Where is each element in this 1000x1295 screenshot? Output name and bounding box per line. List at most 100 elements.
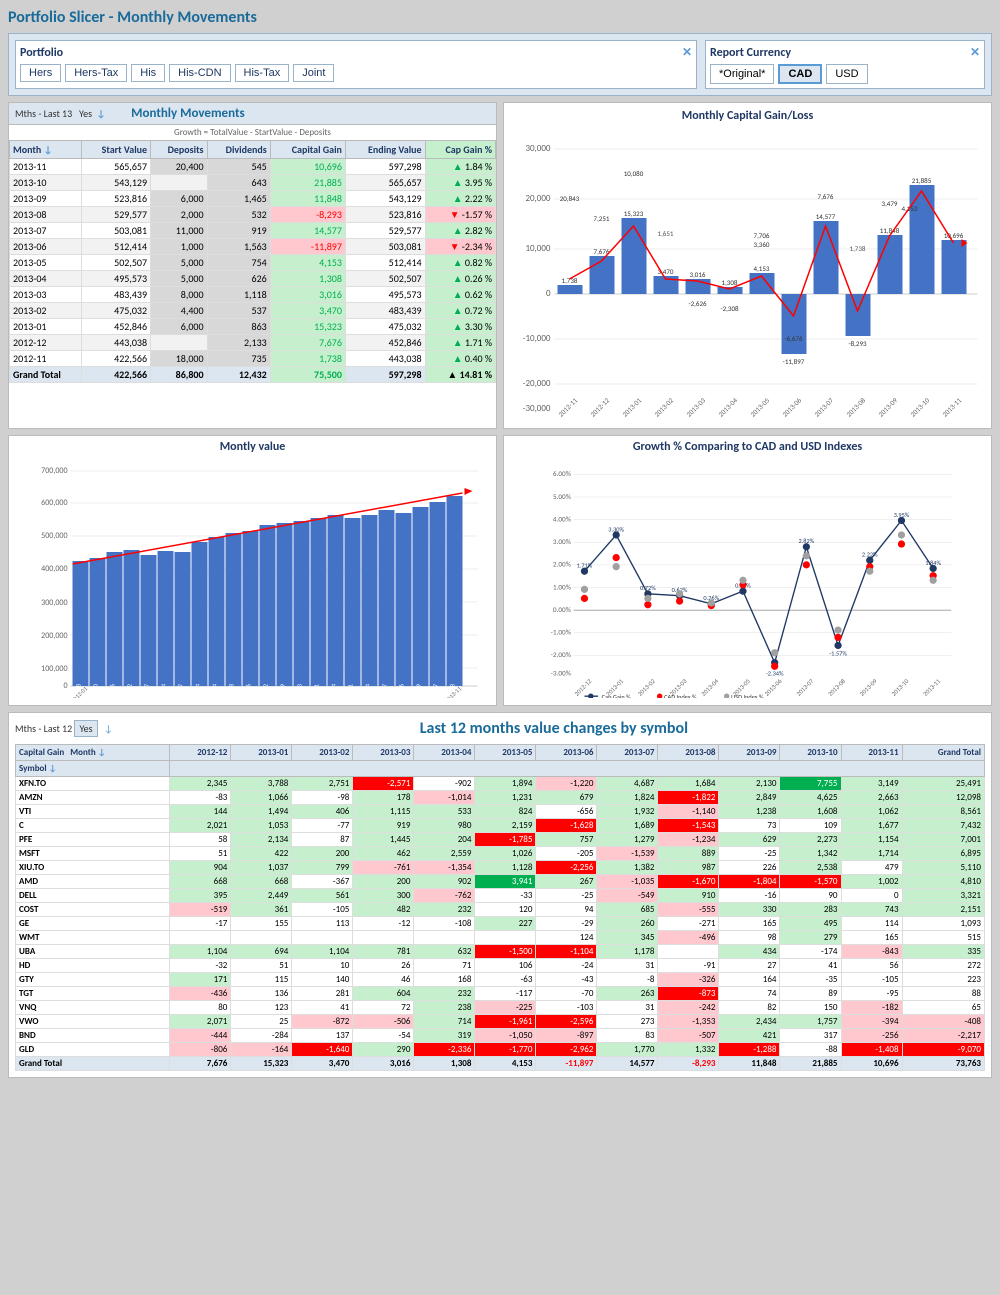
- table-row: 2013-08 529,577 2,000 532 -8,293 523,816…: [10, 207, 496, 223]
- svg-text:2.00%: 2.00%: [553, 560, 571, 569]
- cell-pct: ▲ 0.62 %: [425, 287, 495, 303]
- svg-text:523,816: 523,816: [398, 684, 406, 698]
- cell-dividends: 735: [207, 351, 270, 367]
- cell-value: 65: [902, 1001, 984, 1015]
- svg-text:14,577: 14,577: [816, 212, 836, 221]
- svg-text:4,153: 4,153: [754, 264, 770, 273]
- cell-symbol: VTI: [16, 805, 170, 819]
- portfolio-btn-hiscdn[interactable]: His-CDN: [169, 64, 230, 82]
- svg-text:565,657: 565,657: [432, 684, 440, 698]
- cell-value: 1,026: [475, 847, 536, 861]
- cell-value: [231, 931, 292, 945]
- svg-text:-2.34%: -2.34%: [766, 669, 784, 677]
- cell-capgain: 14,577: [270, 223, 345, 239]
- cell-value: 123: [231, 1001, 292, 1015]
- cell-value: 1,894: [475, 777, 536, 791]
- cell-value: 150: [780, 1001, 841, 1015]
- cell-ending: 597,298: [345, 159, 425, 175]
- cell-value: 4,625: [780, 791, 841, 805]
- svg-text:-1.57%: -1.57%: [829, 649, 847, 657]
- bottom-section: Mths - Last 12 Yes ↓ Last 12 months valu…: [8, 712, 992, 1078]
- cell-ending: 529,577: [345, 223, 425, 239]
- table-row: 2013-02 475,032 4,400 537 3,470 483,439 …: [10, 303, 496, 319]
- lower-charts-section: Montly value 700,000 600,000 500,000 400…: [8, 435, 992, 706]
- cell-value: 11,848: [719, 1057, 780, 1071]
- cell-value: 98: [719, 931, 780, 945]
- cell-value: -1,353: [658, 1015, 719, 1029]
- top-section: Portfolio ✕ HersHers-TaxHisHis-CDNHis-Ta…: [8, 33, 992, 96]
- cell-dividends: 1,563: [207, 239, 270, 255]
- cell-symbol: DELL: [16, 889, 170, 903]
- cell-value: 88: [902, 987, 984, 1001]
- svg-text:500,000: 500,000: [41, 531, 67, 541]
- cell-value: 106: [475, 959, 536, 973]
- portfolio-btn-his[interactable]: His: [131, 64, 165, 82]
- cell-deposits: [151, 335, 207, 351]
- symbol-table: Capital Gain Month ↓ 2012-12 2013-01 201…: [15, 744, 985, 1071]
- cell-value: -1,288: [719, 1043, 780, 1057]
- svg-text:380,87: 380,87: [177, 684, 185, 698]
- cell-deposits: 6,000: [151, 191, 207, 207]
- cell-value: -1,628: [536, 819, 597, 833]
- table-row: AMD668668-3672009023,941267-1,035-1,670-…: [16, 875, 985, 889]
- svg-text:2013-02: 2013-02: [636, 677, 657, 698]
- main-container: Portfolio Slicer - Monthly Movements Por…: [8, 8, 992, 1078]
- currency-btn-original[interactable]: *Original*: [710, 64, 774, 84]
- cell-value: 26: [353, 959, 414, 973]
- cell-dividends: 532: [207, 207, 270, 223]
- svg-text:2013-09: 2013-09: [876, 395, 899, 418]
- cell-value: -2,336: [414, 1043, 475, 1057]
- col-2013-03: 2013-03: [353, 745, 414, 761]
- table-row: COST-519361-10548223212094685-5553302837…: [16, 903, 985, 917]
- cell-month: 2013-07: [10, 223, 82, 239]
- cell-value: -1,140: [658, 805, 719, 819]
- cell-value: -762: [414, 889, 475, 903]
- cell-value: 1,677: [841, 819, 902, 833]
- svg-text:-2,308: -2,308: [720, 304, 739, 313]
- portfolio-btn-histax[interactable]: His-Tax: [235, 64, 290, 82]
- bottom-title: Last 12 months value changes by symbol: [123, 719, 985, 738]
- capital-gain-chart: 30,000 20,000 10,000 0 -10,000 -20,000 -…: [504, 127, 991, 428]
- cell-symbol: AMZN: [16, 791, 170, 805]
- cell-value: 281: [292, 987, 353, 1001]
- svg-text:503,081: 503,081: [347, 684, 355, 698]
- svg-text:2013-10: 2013-10: [890, 677, 911, 698]
- filter-icon[interactable]: ↓: [104, 722, 113, 735]
- portfolio-btn-joint[interactable]: Joint: [293, 64, 334, 82]
- cell-value: 2,559: [414, 847, 475, 861]
- svg-text:10,080: 10,080: [624, 169, 644, 178]
- cell-value: 5,110: [902, 861, 984, 875]
- cell-dividends: 754: [207, 255, 270, 271]
- cell-value: 114: [841, 917, 902, 931]
- monthly-filter-bar: Mths - Last 13 Yes ↓ Monthly Movements: [9, 103, 496, 125]
- svg-text:386,874: 386,874: [160, 684, 168, 698]
- cell-pct: ▲ 0.40 %: [425, 351, 495, 367]
- cell-value: 272: [902, 959, 984, 973]
- cell-value: [292, 931, 353, 945]
- svg-text:2.22%: 2.22%: [862, 551, 878, 559]
- grand-total-row: Grand Total7,67615,3233,4703,0161,3084,1…: [16, 1057, 985, 1071]
- portfolio-btn-herstax[interactable]: Hers-Tax: [65, 64, 127, 82]
- table-row: 2013-09 523,816 6,000 1,465 11,848 543,1…: [10, 191, 496, 207]
- svg-text:15,323: 15,323: [624, 209, 644, 218]
- portfolio-icon[interactable]: ✕: [682, 45, 692, 60]
- currency-icon[interactable]: ✕: [970, 45, 980, 60]
- portfolio-box: Portfolio ✕ HersHers-TaxHisHis-CDNHis-Ta…: [15, 40, 697, 89]
- cell-value: 694: [231, 945, 292, 959]
- cell-start: 475,032: [82, 303, 151, 319]
- svg-text:0.72%: 0.72%: [640, 584, 656, 592]
- cell-value: -70: [536, 987, 597, 1001]
- svg-text:2013-09: 2013-09: [858, 677, 879, 698]
- cell-start: 565,657: [82, 159, 151, 175]
- currency-btn-cad[interactable]: CAD: [778, 64, 822, 84]
- portfolio-btn-hers[interactable]: Hers: [20, 64, 61, 82]
- cell-value: -872: [292, 1015, 353, 1029]
- svg-text:1.00%: 1.00%: [553, 582, 571, 591]
- table-row: 2013-03 483,439 8,000 1,118 3,016 495,57…: [10, 287, 496, 303]
- cell-value: 515: [902, 931, 984, 945]
- cell-value: -1,500: [475, 945, 536, 959]
- cell-value: -25: [536, 889, 597, 903]
- svg-text:2012-11: 2012-11: [556, 395, 579, 418]
- currency-btn-usd[interactable]: USD: [826, 64, 867, 84]
- col-2013-01: 2013-01: [231, 745, 292, 761]
